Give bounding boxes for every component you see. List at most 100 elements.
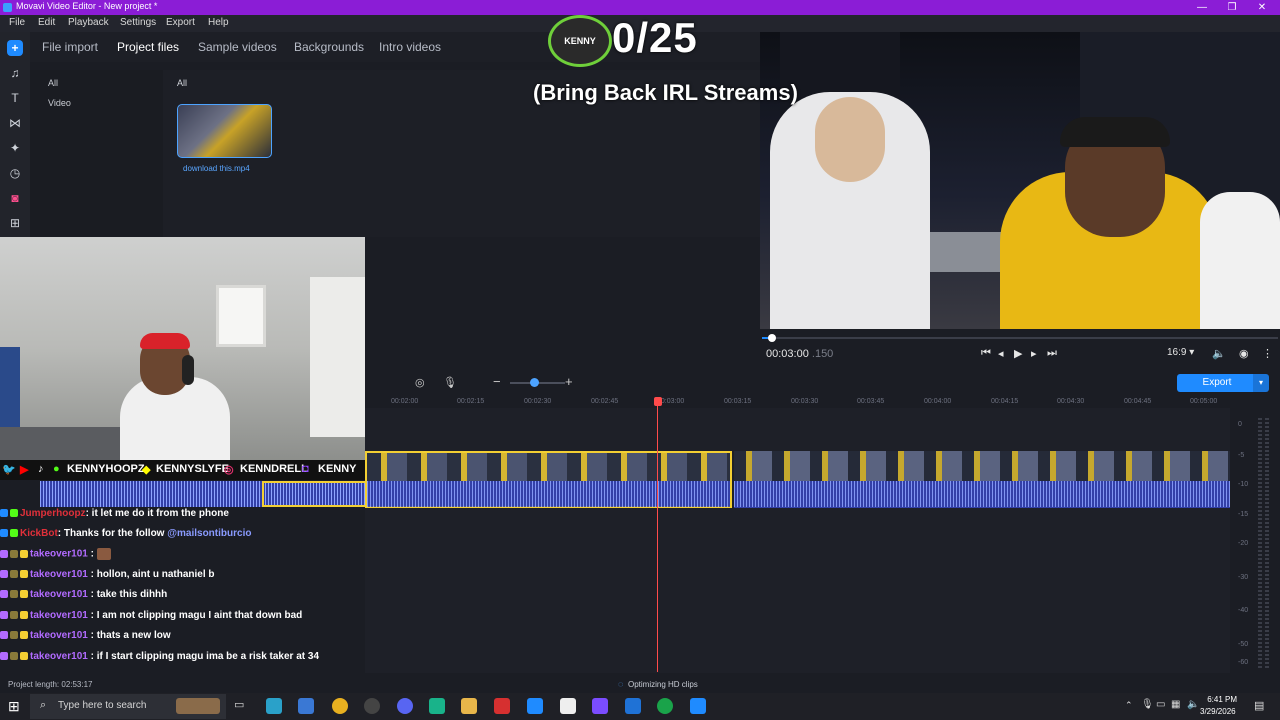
network-icon[interactable]: ▦ bbox=[1171, 699, 1180, 710]
ruler-tick: 00:05:00 bbox=[1190, 398, 1218, 405]
file-explorer-icon[interactable] bbox=[461, 698, 477, 714]
menu-help[interactable]: Help bbox=[208, 17, 229, 28]
meter-label: -30 bbox=[1238, 574, 1249, 581]
door-shape bbox=[310, 277, 365, 437]
store-icon[interactable] bbox=[298, 698, 314, 714]
microphone-icon[interactable]: 🎙 bbox=[443, 376, 457, 389]
video-preview[interactable] bbox=[760, 32, 1280, 329]
plus-icon[interactable]: + bbox=[7, 40, 23, 56]
chat-text: : Thanks for the follow bbox=[57, 528, 168, 539]
tray-icon[interactable]: ▭ bbox=[1156, 699, 1165, 710]
volume-icon[interactable]: 🔈 bbox=[1212, 347, 1226, 360]
xbox-icon[interactable] bbox=[657, 698, 673, 714]
restore-button[interactable]: ❐ bbox=[1220, 0, 1244, 15]
timecode-main: 00:03:00 bbox=[766, 348, 809, 360]
step-forward-icon[interactable]: ▸ bbox=[1031, 347, 1037, 360]
chat-message: KickBot: Thanks for the follow @mailsont… bbox=[0, 528, 251, 546]
aspect-ratio-select[interactable]: 16:9 ▾ bbox=[1167, 347, 1194, 358]
folder-all[interactable]: All bbox=[48, 78, 58, 88]
snapshot-icon[interactable]: ◉ bbox=[1239, 347, 1249, 360]
audio-waveform bbox=[734, 481, 1230, 507]
skip-start-icon[interactable]: ⏮ bbox=[981, 347, 991, 360]
media-thumbnail[interactable] bbox=[177, 104, 272, 158]
video-track-thumbnails bbox=[367, 453, 730, 481]
chat-message: takeover101 : hollon, aint u nathaniel b bbox=[0, 569, 215, 587]
task-view-icon[interactable]: ▭ bbox=[234, 698, 250, 714]
desk-shape bbox=[0, 427, 120, 460]
export-button[interactable]: Export bbox=[1177, 374, 1257, 392]
badge-icon bbox=[10, 570, 18, 579]
menu-settings[interactable]: Settings bbox=[120, 17, 156, 28]
volume-tray-icon[interactable]: 🔈 bbox=[1187, 699, 1199, 710]
tab-file-import[interactable]: File import bbox=[42, 40, 98, 54]
social-bar: 🐦 ▶ ♪ ● KENNYHOOPZ ◆ KENNYSLYFE ◎ KENNDR… bbox=[0, 460, 365, 480]
ruler-tick: 00:03:15 bbox=[724, 398, 752, 405]
app-icon[interactable] bbox=[592, 698, 608, 714]
badge-icon bbox=[20, 652, 28, 661]
meter-bar bbox=[1265, 418, 1269, 668]
outlook-icon[interactable] bbox=[625, 698, 641, 714]
github-icon[interactable] bbox=[364, 698, 380, 714]
transitions-icon[interactable]: ⋈ bbox=[7, 115, 23, 131]
copilot-icon[interactable] bbox=[266, 698, 282, 714]
close-button[interactable]: ✕ bbox=[1250, 0, 1274, 15]
taskbar-time: 6:41 PM bbox=[1207, 695, 1237, 704]
zoom-out-icon[interactable]: − bbox=[493, 374, 501, 389]
chrome-icon[interactable] bbox=[332, 698, 348, 714]
text-icon[interactable]: T bbox=[7, 90, 23, 106]
music-icon[interactable]: ♫ bbox=[7, 65, 23, 81]
movavi-icon[interactable] bbox=[527, 698, 543, 714]
record-icon[interactable]: ◎ bbox=[415, 376, 425, 389]
voicemeeter-icon[interactable] bbox=[494, 698, 510, 714]
play-icon[interactable]: ▶ bbox=[1014, 347, 1022, 360]
app-icon[interactable] bbox=[560, 698, 576, 714]
badge-icon bbox=[0, 570, 8, 579]
meter-label: -20 bbox=[1238, 540, 1249, 547]
zoom-handle[interactable] bbox=[530, 378, 539, 387]
chat-message: Jumperhoopz: it let me do it from the ph… bbox=[0, 508, 229, 526]
export-dropdown-icon[interactable]: ▾ bbox=[1253, 374, 1269, 392]
menu-playback[interactable]: Playback bbox=[68, 17, 109, 28]
chat-username: takeover101 bbox=[30, 569, 88, 580]
playhead-handle[interactable] bbox=[654, 397, 662, 406]
seek-handle[interactable] bbox=[768, 334, 776, 342]
tab-intro-videos[interactable]: Intro videos bbox=[379, 40, 441, 54]
app-icon[interactable] bbox=[690, 698, 706, 714]
more-tools-icon[interactable]: ⊞ bbox=[7, 215, 23, 231]
step-back-icon[interactable]: ◂ bbox=[998, 347, 1004, 360]
chat-message: takeover101 : bbox=[0, 548, 113, 566]
timeline-tracks[interactable] bbox=[365, 408, 1230, 673]
tray-chevron-icon[interactable]: ⌃ bbox=[1125, 700, 1133, 711]
menu-export[interactable]: Export bbox=[166, 17, 195, 28]
tab-backgrounds[interactable]: Backgrounds bbox=[294, 40, 364, 54]
kick-icon: ● bbox=[53, 463, 60, 475]
minimize-button[interactable]: — bbox=[1190, 0, 1214, 15]
folder-video[interactable]: Video bbox=[48, 98, 71, 108]
mic-tray-icon[interactable]: 🎙 bbox=[1141, 699, 1154, 710]
clock-icon[interactable]: ◷ bbox=[7, 165, 23, 181]
zoom-in-icon[interactable]: + bbox=[565, 374, 573, 389]
menu-file[interactable]: File bbox=[9, 17, 25, 28]
more-menu-icon[interactable]: ⋮ bbox=[1262, 347, 1273, 360]
meter-bar bbox=[1258, 418, 1262, 668]
tab-sample-videos[interactable]: Sample videos bbox=[198, 40, 277, 54]
badge-icon bbox=[10, 590, 18, 599]
chat-text: : thats a new low bbox=[87, 630, 171, 641]
media-file-name[interactable]: download this.mp4 bbox=[183, 164, 250, 173]
filters-icon[interactable]: ✦ bbox=[7, 140, 23, 156]
meter-label: -60 bbox=[1238, 659, 1249, 666]
stickers-icon[interactable]: ◙ bbox=[7, 190, 23, 206]
taskbar-search-input[interactable]: Type here to search bbox=[58, 700, 146, 711]
chat-text: : I am not clipping magu I aint that dow… bbox=[87, 610, 303, 621]
discord-icon[interactable] bbox=[397, 698, 413, 714]
skip-end-icon[interactable]: ⏭ bbox=[1047, 347, 1057, 360]
ruler-tick: 00:02:15 bbox=[457, 398, 485, 405]
seek-bar[interactable] bbox=[762, 337, 1278, 339]
chat-mention: @mailsontiburcio bbox=[167, 528, 252, 539]
playhead[interactable] bbox=[657, 400, 658, 672]
menu-edit[interactable]: Edit bbox=[38, 17, 55, 28]
app-icon[interactable] bbox=[429, 698, 445, 714]
notifications-icon[interactable]: ▤ bbox=[1254, 699, 1264, 712]
tab-project-files[interactable]: Project files bbox=[117, 40, 179, 54]
windows-start-icon[interactable]: ⊞ bbox=[8, 698, 20, 715]
